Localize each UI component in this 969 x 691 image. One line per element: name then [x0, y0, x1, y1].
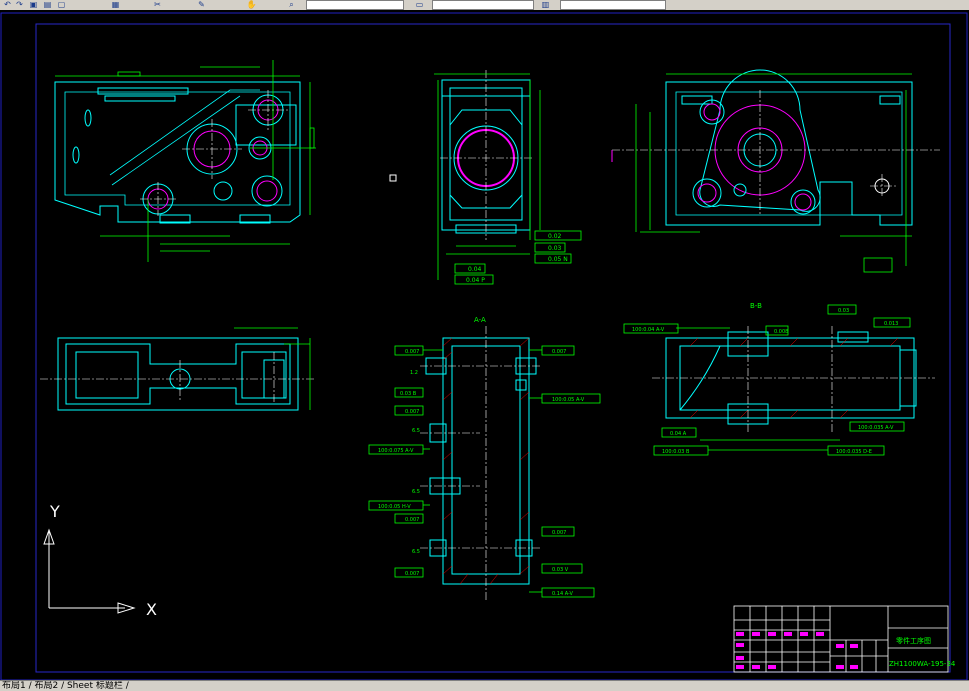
drawing-frame — [35, 23, 951, 673]
color-dropdown[interactable] — [432, 0, 534, 10]
section-aa — [425, 337, 537, 585]
ucs-x-label: X — [146, 600, 157, 619]
dim-aa-3: 6.5 — [412, 489, 420, 495]
top-view — [57, 337, 299, 411]
section-bb-fcf-text: 100:0.04 A-V 0.008 0.03 0.013 100:0.035 … — [632, 308, 898, 455]
tol-aa-pos1: 0.03 B — [400, 391, 417, 397]
front-view-centerlines — [140, 90, 288, 216]
section-aa-fcf-text: 0.007 0.03 B 0.007 100:0.075 A-V 100:0.0… — [378, 349, 585, 597]
section-aa-fcf — [368, 345, 601, 598]
tol-aa-5: 0.007 — [552, 349, 566, 355]
tol-bb-5: 0.04 A — [670, 431, 687, 437]
tol-aa-4: 0.007 — [405, 571, 419, 577]
title-block-cells — [736, 632, 858, 669]
title-drawing-number: ZH1100WA-195-34 — [889, 660, 956, 668]
pan-icon[interactable]: ✋ — [246, 0, 257, 9]
front-view — [54, 81, 301, 224]
side-view-dims — [434, 73, 582, 285]
dim-aa-4: 6.5 — [412, 549, 420, 555]
tol-bb-1: 0.008 — [774, 329, 788, 335]
ucs-y-label: Y — [49, 502, 60, 521]
linetype-icon[interactable]: ▥ — [540, 0, 551, 9]
cut-icon[interactable]: ✂ — [152, 0, 163, 9]
rear-view — [665, 69, 913, 226]
tol-top1: 0.02 — [548, 233, 562, 240]
tol-aa-2: 0.007 — [405, 409, 419, 415]
pick-marker — [389, 174, 397, 182]
layer-icon[interactable]: ▭ — [414, 0, 425, 9]
tol-aa-pos3: 0.14 A-V — [552, 591, 574, 597]
tol-top5: 0.04 P — [466, 277, 485, 284]
tol-aa-3: 0.007 — [405, 517, 419, 523]
tol-top4: 0.04 — [468, 266, 482, 273]
tol-aa-6: 0.007 — [552, 530, 566, 536]
title-part-name: 零件工序图 — [896, 636, 931, 645]
zoom-icon[interactable]: ⌕ — [286, 0, 297, 9]
tol-bb-4: 100:0.04 A-V — [632, 327, 665, 333]
save-icon[interactable]: ▣ — [28, 0, 39, 9]
copy-icon[interactable]: ▢ — [56, 0, 67, 9]
section-bb-fcf — [623, 304, 911, 456]
tol-aa-pos2: 0.03 V — [552, 567, 569, 573]
tol-aa-1: 0.007 — [405, 349, 419, 355]
section-aa-label: A-A — [474, 316, 486, 324]
front-view-holes — [142, 94, 284, 215]
ucs-icon — [43, 528, 136, 614]
layer-dropdown[interactable] — [306, 0, 404, 10]
tol-bb-8: 100:0.035 D-E — [836, 449, 872, 455]
match-icon[interactable]: ✎ — [196, 0, 207, 9]
tol-bb-2: 0.03 — [838, 308, 849, 314]
section-bb-label: B-B — [750, 302, 762, 310]
tol-aa-par1: 100:0.05 A-V — [552, 397, 585, 403]
tol-aa-par2: 100:0.075 A-V — [378, 448, 414, 454]
tol-aa-par3: 100:0.05 H-V — [378, 504, 411, 510]
side-view-tol-text: 0.02 0.03 0.05 N 0.04 0.04 P — [466, 233, 568, 284]
tol-bb-6: 100:0.035 A-V — [858, 425, 894, 431]
redo-icon[interactable]: ↷ — [14, 0, 25, 9]
front-view-dims — [55, 60, 316, 262]
tol-top2: 0.03 — [548, 245, 562, 252]
tol-top3: 0.05 N — [548, 256, 568, 263]
paste-icon[interactable]: ▦ — [110, 0, 121, 9]
linetype-dropdown[interactable] — [560, 0, 666, 10]
dim-aa-1: 1.2 — [410, 370, 418, 376]
undo-icon[interactable]: ↶ — [2, 0, 13, 9]
section-aa-centerlines — [420, 326, 540, 600]
drawing-canvas[interactable]: 0.02 0.03 0.05 N 0.04 0.04 P A-A 0.007 0… — [0, 10, 969, 680]
tol-bb-3: 0.013 — [884, 321, 898, 327]
rear-view-dims — [635, 73, 912, 273]
print-icon[interactable]: ▤ — [42, 0, 53, 9]
tol-bb-7: 100:0.03 B — [662, 449, 690, 455]
dim-aa-2: 6.5 — [412, 428, 420, 434]
layout-tabs: 布局1 / 布局2 / Sheet 标题栏 / — [0, 680, 969, 691]
rear-view-holes — [692, 99, 890, 215]
